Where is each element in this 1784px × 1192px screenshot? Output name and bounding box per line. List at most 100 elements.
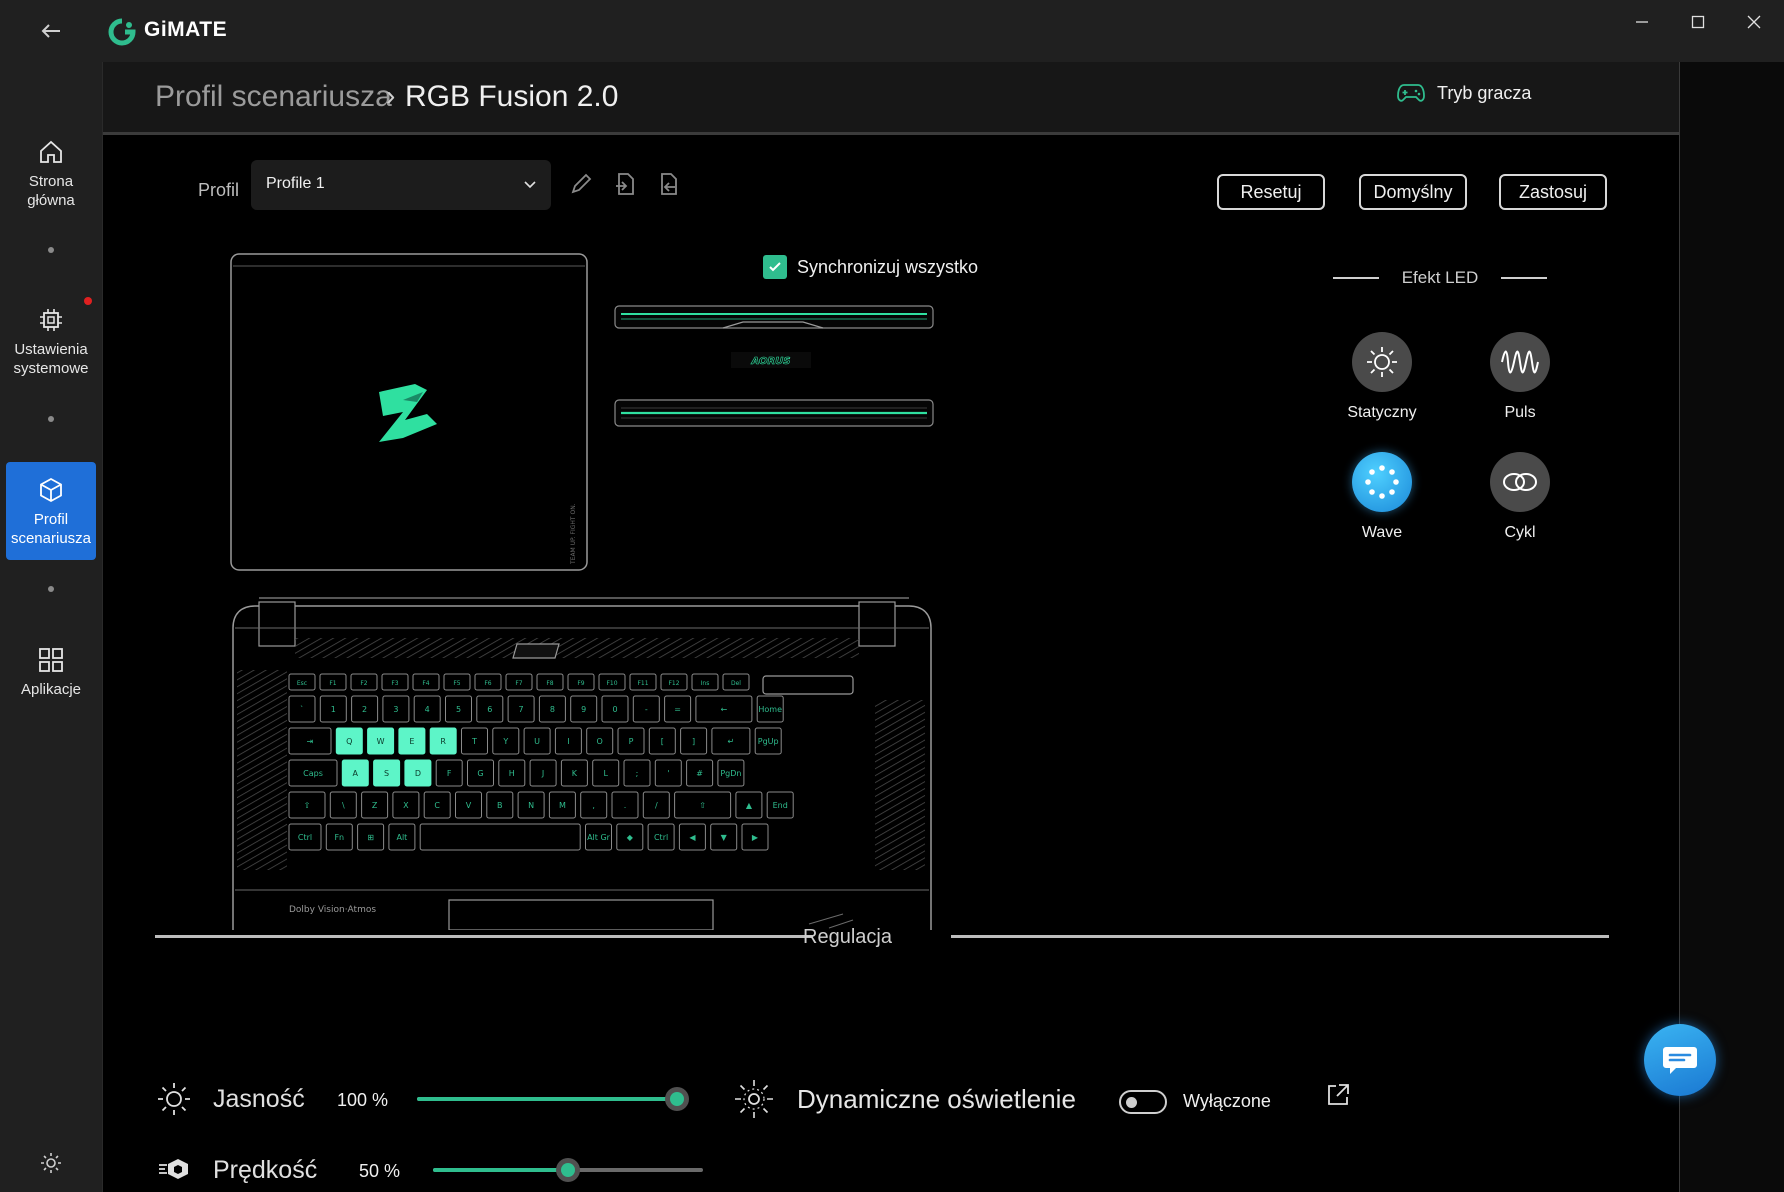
divider-line: [1501, 277, 1547, 279]
keyboard-key-label: ]: [692, 737, 695, 746]
keyboard-key-label: #: [696, 769, 703, 778]
title-bar: GiMATE: [0, 0, 1784, 62]
keyboard-key-label: -: [645, 705, 648, 714]
speed-label: Prędkość: [213, 1156, 318, 1184]
keyboard-diagram: Dolby Vision·Atmos Esc F1 F2 F3 F4 F5 F6 F7 F8 F9…: [232, 597, 932, 930]
keyboard-key-label: ,: [592, 801, 595, 810]
default-button[interactable]: Domyślny: [1359, 174, 1467, 210]
keyboard-key-label: PgUp: [758, 737, 779, 746]
notification-badge: [84, 297, 92, 305]
keyboard-key-label: \: [342, 801, 345, 810]
keyboard-key-label: N: [528, 801, 534, 810]
keyboard-keys: Esc F1 F2 F3 F4 F5 F6 F7 F8 F9 F10 F11 F12 Ins Del` 1 2 3…: [288, 673, 794, 851]
speed-slider-thumb[interactable]: [556, 1158, 580, 1182]
sidebar-separator-dot: [48, 247, 54, 253]
keyboard-key-label: ▲: [746, 801, 753, 810]
checkbox-checked-icon: [763, 255, 787, 279]
sidebar-item-label: Aplikacje: [20, 681, 82, 698]
keyboard-key-label: A: [353, 769, 359, 778]
dolby-label: Dolby Vision·Atmos: [289, 905, 376, 915]
sidebar-item-label: Profil scenariusza: [10, 511, 92, 547]
dynamic-lighting-link-button[interactable]: [1325, 1082, 1351, 1108]
keyboard-key-label: T: [471, 737, 477, 746]
keyboard-key-label: F4: [422, 680, 429, 687]
main-content: Profil scenariusza › RGB Fusion 2.0 Tryb…: [102, 62, 1681, 1192]
sidebar-item-home[interactable]: Strona główna: [6, 124, 96, 222]
keyboard-key-label: Home: [758, 705, 782, 714]
sync-all-label: Synchronizuj wszystko: [797, 256, 979, 277]
profile-selected-value: Profile 1: [266, 175, 325, 192]
effect-cycle[interactable]: Cykl: [1470, 452, 1570, 542]
settings-button[interactable]: [38, 1150, 64, 1176]
keyboard-key-label: 9: [581, 705, 586, 714]
maximize-button[interactable]: [1670, 4, 1726, 40]
brightness-slider-thumb[interactable]: [665, 1087, 689, 1111]
keyboard-key-label: ◀: [689, 833, 696, 842]
gamer-mode-button[interactable]: Tryb gracza: [1397, 82, 1531, 104]
minimize-icon: [1636, 21, 1648, 23]
keyboard-key-label: 8: [550, 705, 555, 714]
sun-static-icon: [1352, 332, 1412, 392]
effect-wave[interactable]: Wave: [1332, 452, 1432, 542]
keyboard-key-label: F12: [668, 680, 679, 687]
apply-button[interactable]: Zastosuj: [1499, 174, 1607, 210]
effect-pulse[interactable]: Puls: [1470, 332, 1570, 422]
keyboard-key-label: F11: [637, 680, 648, 687]
speed-slider[interactable]: [433, 1158, 703, 1182]
sync-all-checkbox[interactable]: Synchronizuj wszystko: [763, 255, 978, 279]
keyboard-key-label: 0: [612, 705, 617, 714]
keyboard-key-label: F9: [577, 680, 584, 687]
keyboard-key-label: 1: [331, 705, 336, 714]
breadcrumb-parent[interactable]: Profil scenariusza: [155, 80, 392, 114]
laptop-lid-diagram: TEAM UP. FIGHT ON.: [230, 253, 588, 571]
keyboard-key-label: H: [509, 769, 515, 778]
brightness-slider[interactable]: [417, 1087, 689, 1111]
keyboard-key-label: U: [534, 737, 540, 746]
profile-dropdown[interactable]: Profile 1: [251, 160, 551, 210]
edit-profile-button[interactable]: [567, 170, 595, 198]
keyboard-key-label: L: [603, 769, 608, 778]
sidebar-item-system-settings[interactable]: Ustawienia systemowe: [6, 292, 96, 390]
keyboard-key-label: F7: [515, 680, 522, 687]
sidebar-item-apps[interactable]: Aplikacje: [6, 632, 96, 730]
keyboard-key-label: Esc: [297, 680, 307, 687]
keyboard-key-label: K: [572, 769, 578, 778]
sidebar-item-scenario-profile[interactable]: Profil scenariusza: [6, 462, 96, 560]
keyboard-key-label: F3: [391, 680, 398, 687]
keyboard-key-label: 3: [393, 705, 398, 714]
keyboard-key-label: `: [300, 704, 304, 714]
dynamic-lighting-toggle[interactable]: [1119, 1090, 1167, 1114]
keyboard-key-label: J: [541, 769, 544, 778]
gamepad-icon: [1397, 84, 1425, 102]
keyboard-key-label: 5: [456, 705, 461, 714]
keyboard-key-label: ⊞: [367, 833, 374, 842]
gimate-logo-icon: [108, 18, 136, 46]
sidebar-item-label: Ustawienia systemowe: [13, 341, 89, 377]
wave-dots-icon: [1352, 452, 1412, 512]
keyboard-key-label: P: [629, 737, 634, 746]
keyboard-key: [419, 823, 581, 851]
chat-bubble-icon: [1663, 1047, 1697, 1074]
close-button[interactable]: [1726, 4, 1782, 40]
keyboard-key-label: Ctrl: [654, 833, 668, 842]
keyboard-key-label: ': [667, 769, 669, 778]
keyboard-key-label: ▼: [721, 833, 728, 842]
chat-support-button[interactable]: [1644, 1024, 1716, 1096]
minimize-button[interactable]: [1614, 4, 1670, 40]
brightness-value: 100 %: [337, 1090, 389, 1110]
effect-static[interactable]: Statyczny: [1332, 332, 1432, 422]
reset-button[interactable]: Resetuj: [1217, 174, 1325, 210]
cycle-rings-icon: [1490, 452, 1550, 512]
brightness-slider-fill: [417, 1097, 677, 1101]
import-profile-button[interactable]: [654, 170, 682, 198]
brightness-label: Jasność: [213, 1085, 305, 1113]
app-name: GiMATE: [144, 18, 228, 41]
keyboard-key-label: Q: [346, 737, 352, 746]
keyboard-key-label: ;: [636, 769, 639, 778]
right-gutter: [1680, 62, 1784, 1192]
export-profile-button[interactable]: [611, 170, 639, 198]
sun-icon: [158, 1083, 190, 1115]
keyboard-key-label: F1: [329, 680, 336, 687]
sidebar-separator-dot: [48, 586, 54, 592]
back-button[interactable]: [36, 16, 66, 46]
